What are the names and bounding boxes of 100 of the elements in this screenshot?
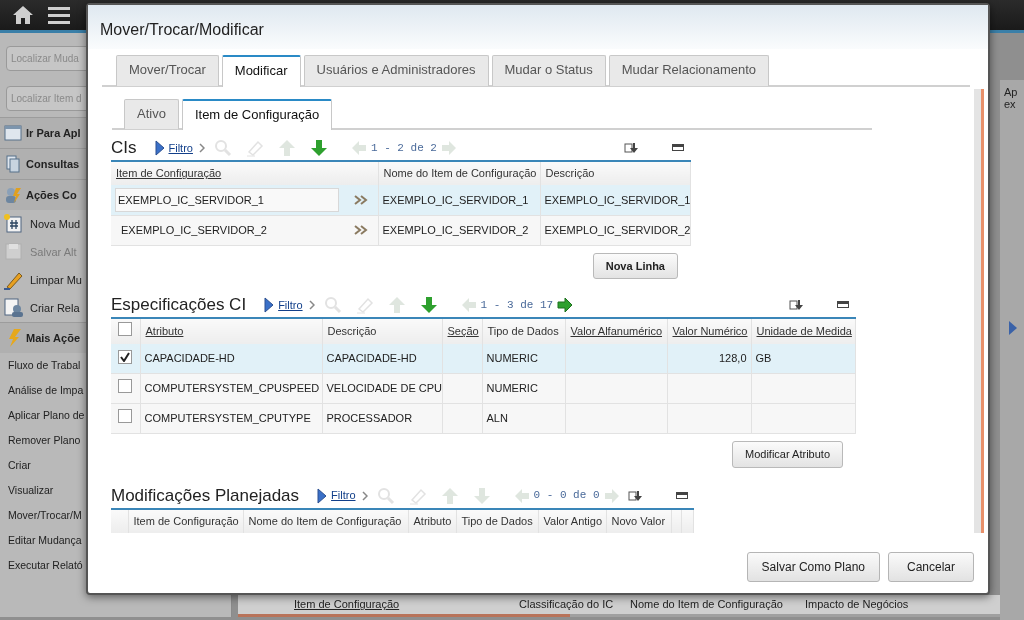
table-cell: VELOCIDADE DE CPU xyxy=(326,382,443,395)
table-row[interactable]: EXEMPLO_IC_SERVIDOR_1 EXEMPLO_IC_SERVIDOR_1 EXEMPLO_IC_SERVIDOR_1 xyxy=(111,185,690,215)
chevron-icon xyxy=(361,490,368,501)
dialog-title: Mover/Trocar/Modificar xyxy=(88,5,988,49)
down-arrow-icon[interactable] xyxy=(419,296,438,314)
page-counter: 1 - 3 de 17 xyxy=(480,297,554,313)
table-cell: ALN xyxy=(486,412,508,425)
check-icon xyxy=(120,352,131,362)
text-field[interactable]: EXEMPLO_IC_SERVIDOR_1 xyxy=(115,187,339,212)
sidebar-link[interactable]: Criar xyxy=(8,457,31,474)
table-cell: EXEMPLO_IC_SERVIDOR_2 xyxy=(544,223,691,236)
table-row[interactable]: COMPUTERSYSTEM_CPUSPEED VELOCIDADE DE CPU NUMERIC xyxy=(111,373,855,404)
sidebar-heading[interactable]: Consultas xyxy=(26,155,80,173)
column-header: Nome do Item de Configuração xyxy=(383,167,537,180)
panel-text: Ap ex xyxy=(1003,86,1019,110)
sidebar-link[interactable]: Executar Relató xyxy=(8,557,83,574)
table-row[interactable]: CAPACIDADE-HD CAPACIDADE-HD NUMERIC 128,0 GB xyxy=(111,343,855,374)
sidebar-action[interactable]: Limpar Mu xyxy=(30,271,82,289)
minimize-icon[interactable] xyxy=(837,301,849,309)
column-header: Tipo de Dados xyxy=(487,325,559,337)
save-plan-button[interactable]: Salvar Como Plano xyxy=(746,552,880,582)
filter-link[interactable]: Filtro xyxy=(278,296,303,314)
chevron-icon xyxy=(308,300,315,310)
document-icon xyxy=(4,214,24,234)
checkbox[interactable] xyxy=(118,409,133,424)
download-icon[interactable] xyxy=(789,299,803,311)
column-header: Nome do Item de Configuração xyxy=(248,514,402,527)
tab[interactable]: Item de Configuração xyxy=(181,98,333,130)
expand-icon[interactable] xyxy=(154,140,165,156)
down-arrow-icon[interactable] xyxy=(309,139,328,157)
section-title: CIs xyxy=(111,137,137,160)
double-chevron-icon[interactable] xyxy=(353,194,368,205)
sidebar-link[interactable]: Análise de Impa xyxy=(8,382,84,399)
filter-link[interactable]: Filtro xyxy=(168,139,193,157)
column-header: Tipo de Dados xyxy=(461,514,533,527)
cancel-button[interactable]: Cancelar xyxy=(888,552,974,582)
sidebar-heading[interactable]: Ir Para Apl xyxy=(26,124,81,142)
sidebar-link[interactable]: Mover/Trocar/M xyxy=(8,507,82,524)
table-cell: PROCESSADOR xyxy=(326,412,413,425)
report-icon xyxy=(4,298,24,318)
page-counter: 0 - 0 de 0 xyxy=(533,488,600,504)
sidebar-action[interactable]: Nova Mud xyxy=(30,215,81,233)
download-icon[interactable] xyxy=(624,142,638,154)
sidebar-link[interactable]: Visualizar xyxy=(8,482,54,499)
section-title: Especificações CI xyxy=(111,294,247,317)
expand-icon[interactable] xyxy=(264,297,275,313)
checkbox[interactable] xyxy=(118,350,133,364)
column-header: Impacto de Negócios xyxy=(805,597,910,613)
column-header[interactable]: Atributo xyxy=(145,325,184,337)
person-lightning-icon xyxy=(4,186,22,204)
tab[interactable]: Mudar o Status xyxy=(491,55,606,86)
minimize-icon[interactable] xyxy=(672,144,684,152)
tab[interactable]: Mudar Relacionamento xyxy=(608,55,770,86)
menu-icon[interactable] xyxy=(48,6,70,24)
sidebar-action[interactable]: Criar Rela xyxy=(30,299,80,317)
table-cell: GB xyxy=(755,352,772,364)
sidebar-link[interactable]: Editar Mudança xyxy=(8,532,82,549)
home-icon[interactable] xyxy=(12,5,34,25)
checkbox[interactable] xyxy=(118,379,133,394)
window-icon xyxy=(4,124,22,142)
table-cell: CAPACIDADE-HD xyxy=(144,352,235,364)
sidebar-heading[interactable]: Ações Co xyxy=(26,186,77,204)
column-header: Descrição xyxy=(545,167,595,180)
section-title: Modificações Planejadas xyxy=(111,484,300,507)
right-arrow-icon[interactable] xyxy=(557,297,574,313)
tab[interactable]: Modificar xyxy=(221,55,301,87)
documents-icon xyxy=(4,155,22,173)
table-cell: COMPUTERSYSTEM_CPUTYPE xyxy=(144,412,311,425)
tab[interactable]: Usuários e Administradores xyxy=(303,55,489,86)
table-row[interactable]: EXEMPLO_IC_SERVIDOR_2 EXEMPLO_IC_SERVIDOR_2 EXEMPLO_IC_SERVIDOR_2 xyxy=(111,215,690,245)
table-cell: NUMERIC xyxy=(486,382,538,395)
column-header: Item de Configuração xyxy=(133,514,239,527)
table-cell: NUMERIC xyxy=(486,352,538,364)
new-row-button[interactable]: Nova Linha xyxy=(592,252,678,279)
column-header: Atributo xyxy=(413,514,452,527)
column-header: Classificação do IC xyxy=(519,597,615,613)
sidebar-link[interactable]: Fluxo de Trabal xyxy=(8,357,81,374)
filter-link[interactable]: Filtro xyxy=(331,487,356,504)
sidebar-link[interactable]: Aplicar Plano de xyxy=(8,407,85,424)
sidebar-heading[interactable]: Mais Açõe xyxy=(26,329,80,347)
tab[interactable]: Ativo xyxy=(124,98,179,129)
table-cell: COMPUTERSYSTEM_CPUSPEED xyxy=(144,382,320,395)
table-row[interactable]: COMPUTERSYSTEM_CPUTYPE PROCESSADOR ALN xyxy=(111,403,855,434)
column-header: Nome do Item de Configuração xyxy=(630,597,784,613)
column-header: Item de Configuração xyxy=(294,597,401,613)
download-icon[interactable] xyxy=(627,489,642,502)
minimize-icon[interactable] xyxy=(675,491,688,500)
play-icon[interactable] xyxy=(1008,320,1018,336)
column-header: Novo Valor xyxy=(611,514,666,527)
sidebar-link[interactable]: Remover Plano xyxy=(8,432,81,449)
checkbox[interactable] xyxy=(118,322,133,336)
scrollbar[interactable] xyxy=(974,89,984,533)
expand-icon[interactable] xyxy=(317,487,328,504)
double-chevron-icon[interactable] xyxy=(353,225,368,235)
column-header: Valor Antigo xyxy=(543,514,602,527)
modify-button[interactable]: Modificar Atributo xyxy=(732,441,843,468)
table-cell: EXEMPLO_IC_SERVIDOR_1 xyxy=(382,193,529,206)
table-cell-text: EXEMPLO_IC_SERVIDOR_2 xyxy=(120,222,267,238)
tab[interactable]: Mover/Trocar xyxy=(116,55,219,86)
table-cell: 128,0 xyxy=(718,352,747,364)
